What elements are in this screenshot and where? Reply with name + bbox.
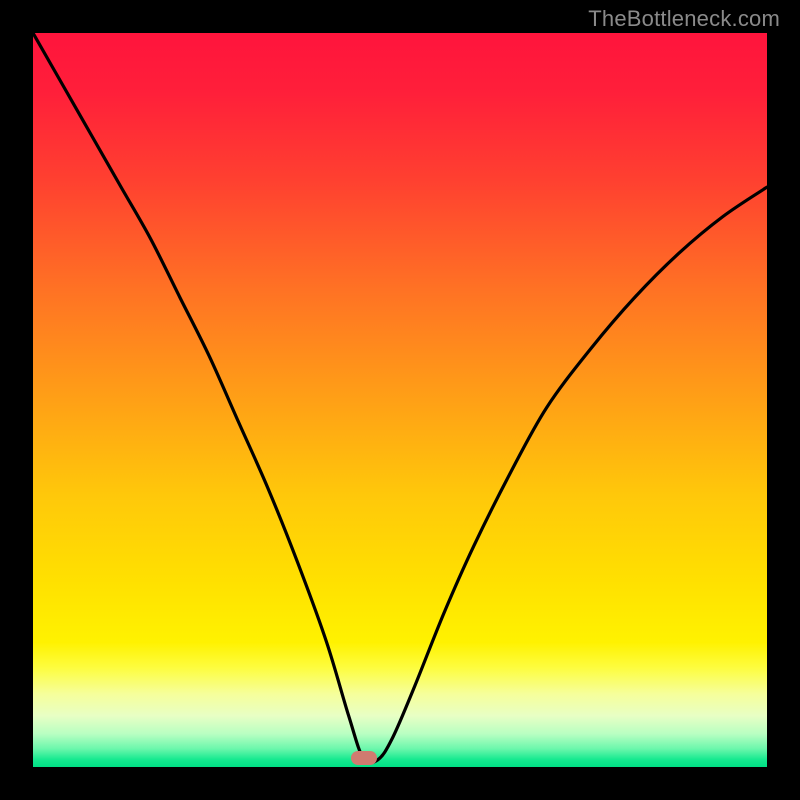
stage: TheBottleneck.com	[0, 0, 800, 800]
optimal-marker	[351, 751, 377, 765]
background-gradient	[33, 33, 767, 767]
plot-area	[33, 33, 767, 767]
watermark-text: TheBottleneck.com	[588, 6, 780, 32]
